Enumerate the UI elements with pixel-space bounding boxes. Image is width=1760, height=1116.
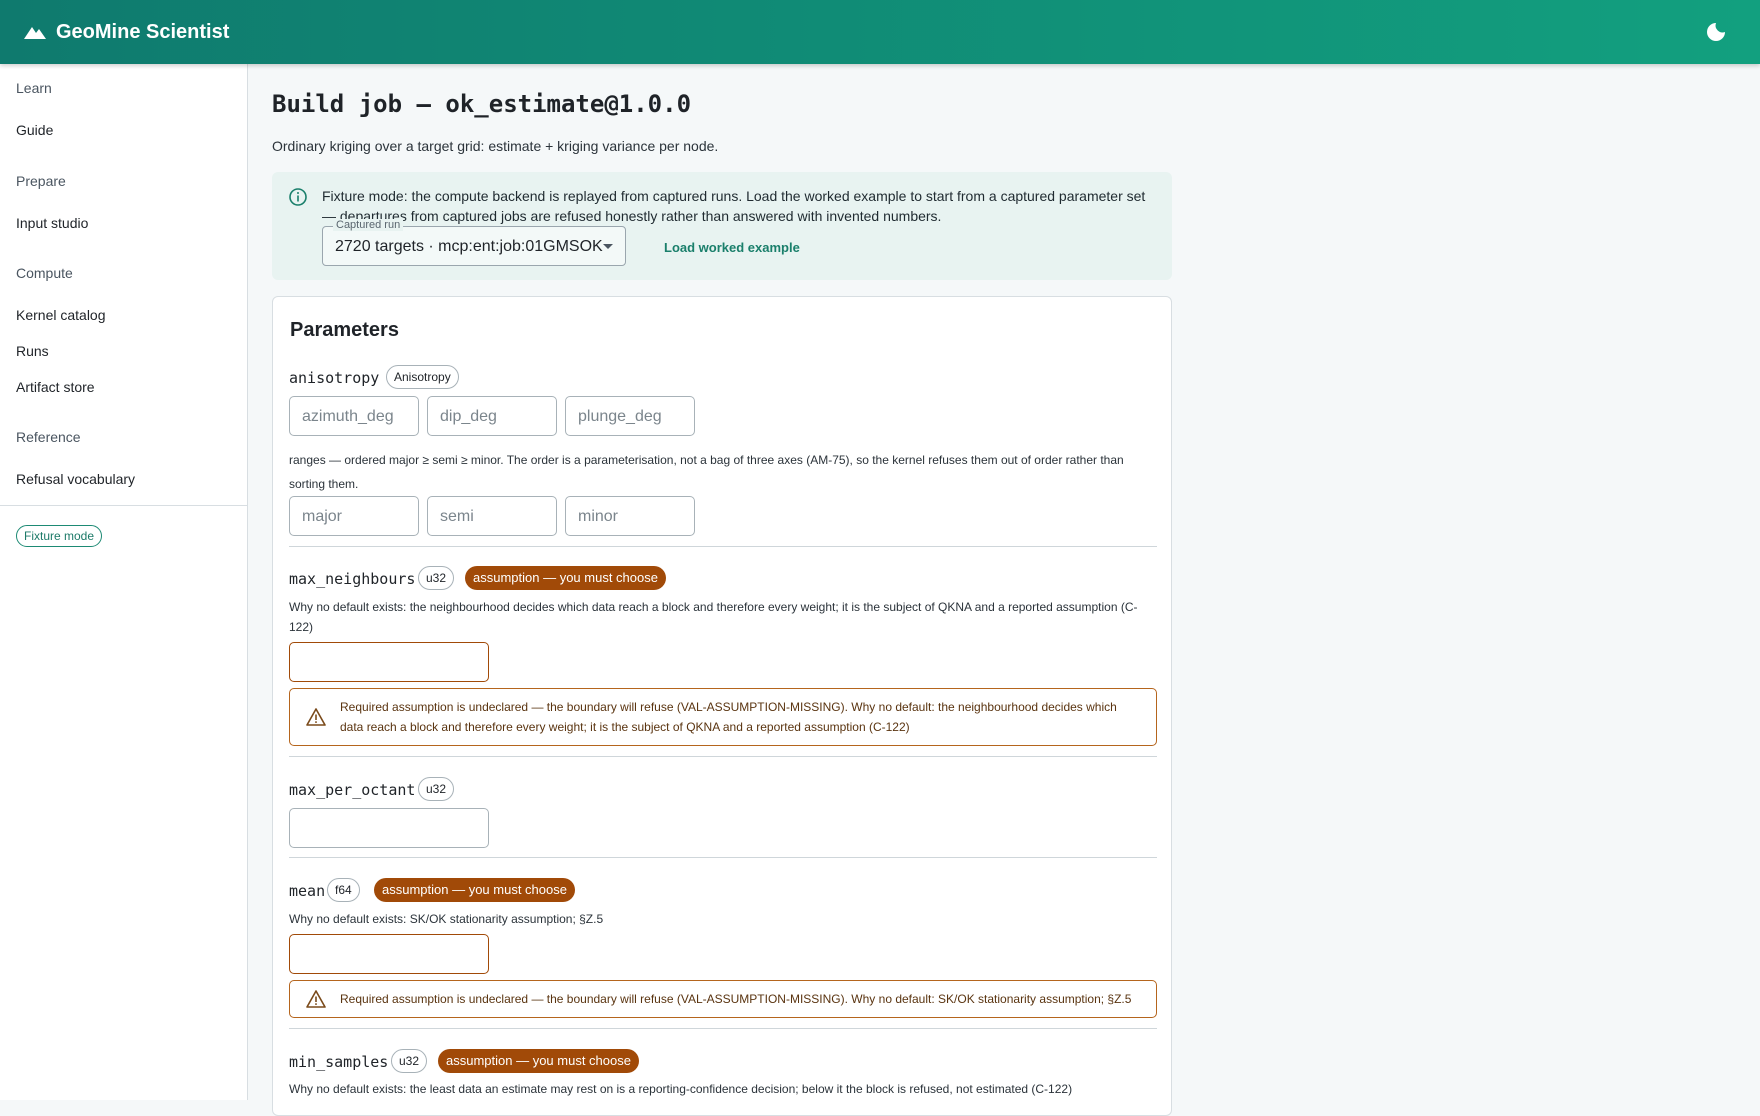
page-subtitle: Ordinary kriging over a target grid: est… <box>272 138 719 154</box>
sidebar-item-kernel-catalog[interactable]: Kernel catalog <box>16 307 106 323</box>
max-neighbours-help: Why no default exists: the neighbourhood… <box>289 600 1138 634</box>
ranges-help-text: ranges — ordered major ≥ semi ≥ minor. T… <box>289 453 1124 491</box>
captured-run-label: Captured run <box>333 219 404 231</box>
app-title: GeoMine Scientist <box>56 20 230 43</box>
semi-range-input[interactable]: semi <box>427 496 557 536</box>
parameters-card: Parameters anisotropy Anisotropy azimuth… <box>272 296 1172 1116</box>
mean-help: Why no default exists: SK/OK stationarit… <box>289 912 604 926</box>
mountain-icon <box>24 27 46 39</box>
max-per-octant-input[interactable] <box>289 808 489 848</box>
type-badge-min-samples: u32 <box>391 1049 428 1073</box>
mean-warning-text: Required assumption is undeclared — the … <box>340 992 1132 1006</box>
minor-range-input[interactable]: minor <box>565 496 695 536</box>
captured-run-select[interactable]: Captured run 2720 targets · mcp:ent:job:… <box>322 219 626 266</box>
warning-icon <box>306 990 326 1008</box>
sidebar-item-refusal-vocabulary[interactable]: Refusal vocabulary <box>16 471 135 487</box>
sidebar-item-input-studio[interactable]: Input studio <box>16 215 88 231</box>
main-content: Build job — ok_estimate@1.0.0 Ordinary k… <box>248 64 1760 1116</box>
major-range-input[interactable]: major <box>289 496 419 536</box>
fixture-mode-badge: Fixture mode <box>16 525 103 547</box>
dip-deg-input[interactable]: dip_deg <box>427 396 557 436</box>
captured-run-value: 2720 targets · mcp:ent:job:01GMSOK <box>335 238 603 255</box>
param-name-mean: mean <box>289 882 326 900</box>
max-neighbours-input[interactable] <box>289 642 489 682</box>
min-samples-help: Why no default exists: the least data an… <box>289 1082 1073 1096</box>
param-name-min-samples: min_samples <box>289 1053 389 1071</box>
sidebar: Learn Guide Prepare Input studio Compute… <box>0 64 248 1100</box>
info-icon <box>289 188 307 206</box>
assumption-badge-max-neighbours: assumption — you must choose <box>465 566 666 590</box>
nav-group-prepare: Prepare <box>16 173 66 189</box>
type-badge-max-per-octant: u32 <box>418 777 455 801</box>
mean-input[interactable] <box>289 934 489 974</box>
max-neighbours-warning-text: Required assumption is undeclared — the … <box>340 700 1117 734</box>
param-divider <box>289 756 1157 757</box>
warning-icon <box>306 708 326 726</box>
alert-message: Fixture mode: the compute backend is rep… <box>322 188 1146 224</box>
nav-group-reference: Reference <box>16 429 81 445</box>
type-badge-mean: f64 <box>327 878 360 902</box>
param-name-anisotropy: anisotropy <box>289 369 380 387</box>
param-name-max-neighbours: max_neighbours <box>289 570 416 588</box>
parameters-heading: Parameters <box>290 319 399 341</box>
dark-mode-toggle-icon[interactable] <box>1704 20 1728 44</box>
param-divider <box>289 1028 1157 1029</box>
sidebar-item-artifact-store[interactable]: Artifact store <box>16 379 95 395</box>
type-badge-anisotropy: Anisotropy <box>386 365 459 389</box>
page-title: Build job — ok_estimate@1.0.0 <box>272 90 692 118</box>
max-neighbours-warning: Required assumption is undeclared — the … <box>289 688 1157 746</box>
assumption-badge-min-samples: assumption — you must choose <box>438 1049 639 1073</box>
type-badge-max-neighbours: u32 <box>418 566 455 590</box>
azimuth-deg-input[interactable]: azimuth_deg <box>289 396 419 436</box>
brand[interactable]: GeoMine Scientist <box>24 21 229 44</box>
mean-warning: Required assumption is undeclared — the … <box>289 980 1157 1018</box>
chevron-down-icon <box>603 244 613 249</box>
param-divider <box>289 546 1157 547</box>
sidebar-divider <box>0 505 248 506</box>
plunge-deg-input[interactable]: plunge_deg <box>565 396 695 436</box>
sidebar-item-runs[interactable]: Runs <box>16 343 49 359</box>
assumption-badge-mean: assumption — you must choose <box>374 878 575 902</box>
load-worked-example-button[interactable]: Load worked example <box>664 240 800 255</box>
fixture-alert: Fixture mode: the compute backend is rep… <box>272 172 1172 280</box>
nav-group-learn: Learn <box>16 80 52 96</box>
app-bar: GeoMine Scientist <box>0 0 1760 64</box>
param-divider <box>289 857 1157 858</box>
sidebar-item-guide[interactable]: Guide <box>16 122 53 138</box>
param-name-max-per-octant: max_per_octant <box>289 781 416 799</box>
nav-group-compute: Compute <box>16 265 73 281</box>
